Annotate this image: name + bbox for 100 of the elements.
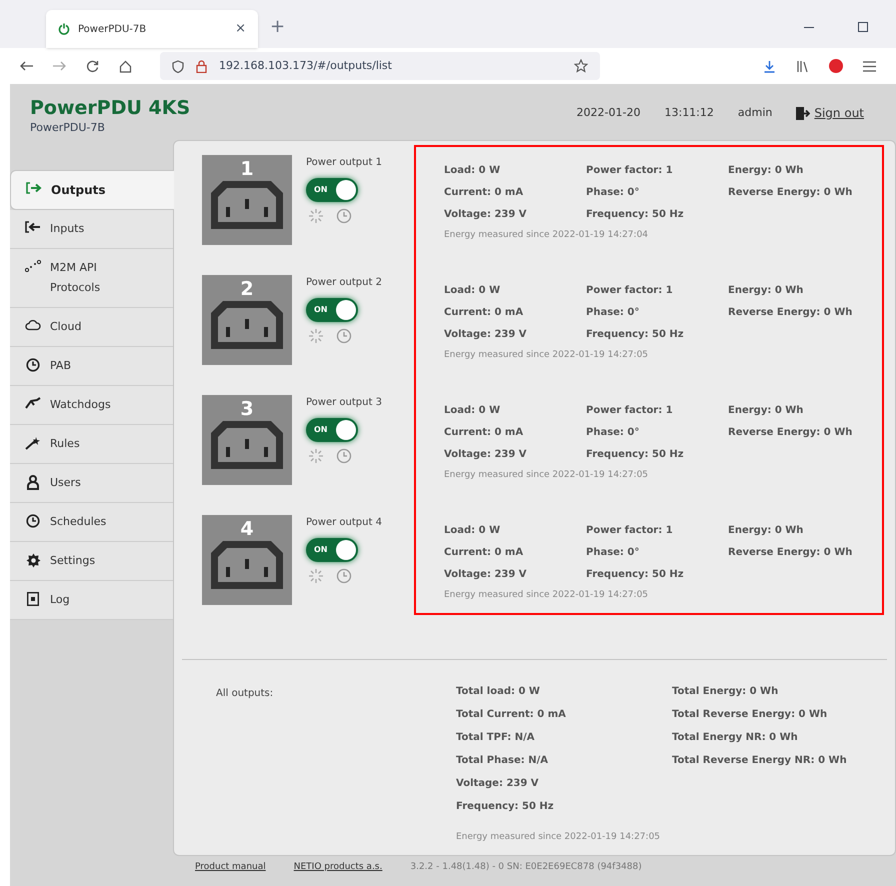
energy-since-text: Energy measured since 2022-01-19 14:27:05	[456, 831, 662, 844]
output-number: 2	[240, 279, 254, 299]
measurement-text: Voltage: 239 V	[444, 209, 528, 221]
time-text: 13:11:12	[664, 104, 714, 121]
device-name: PowerPDU-7B	[30, 120, 106, 136]
measurement-text: Current: 0 mA	[444, 427, 524, 439]
library-icon[interactable]	[796, 60, 809, 72]
socket-icon	[209, 179, 285, 231]
sidebar-item[interactable]: Users	[10, 464, 173, 503]
measurement-text: Energy: 0 Wh	[728, 525, 804, 537]
measurement-text: Total Reverse Energy: 0 Wh	[672, 709, 828, 721]
address-bar[interactable]: 192.168.103.173/#/outputs/list	[160, 52, 600, 80]
measurement-text: Load: 0 W	[444, 165, 502, 177]
bookmark-star-icon[interactable]	[574, 59, 588, 73]
clock-icon[interactable]	[336, 568, 352, 584]
clock-icon[interactable]	[336, 328, 352, 344]
sign-out-link[interactable]: Sign out	[814, 104, 864, 122]
tab-title: PowerPDU-7B	[78, 22, 148, 36]
sidebar-item[interactable]: Inputs	[10, 210, 173, 249]
measurement-text: Reverse Energy: 0 Wh	[728, 427, 854, 439]
measurement-text: Voltage: 239 V	[444, 329, 528, 341]
sidebar-item[interactable]: Outputs	[10, 170, 174, 210]
sidebar-item[interactable]: PAB	[10, 347, 173, 386]
footer-link[interactable]: Product manual	[195, 861, 266, 875]
close-icon[interactable]: ×	[235, 19, 246, 39]
measurement-text: Reverse Energy: 0 Wh	[728, 187, 854, 199]
output-number: 1	[240, 159, 254, 179]
maximize-icon[interactable]	[858, 22, 868, 32]
browser-tab[interactable]: PowerPDU-7B ×	[46, 10, 258, 48]
measurement-text: Frequency: 50 Hz	[586, 449, 685, 461]
log-file-icon	[27, 592, 39, 606]
measurement-text: Frequency: 50 Hz	[586, 329, 685, 341]
measurement-text: Energy: 0 Wh	[728, 285, 804, 297]
sign-out-icon	[796, 106, 810, 120]
measurement-text: Load: 0 W	[444, 525, 502, 537]
measurement-text: Total Reverse Energy NR: 0 Wh	[672, 755, 848, 767]
measurement-text: Current: 0 mA	[444, 307, 524, 319]
output-number: 3	[240, 399, 254, 419]
sidebar-item[interactable]: Watchdogs	[10, 386, 173, 425]
footer-link[interactable]: NETIO products a.s.	[294, 861, 382, 875]
forward-icon[interactable]	[53, 61, 66, 71]
power-switch[interactable]: ON	[306, 298, 358, 322]
sidebar-item[interactable]: Rules	[10, 425, 173, 464]
username-text: admin	[738, 104, 772, 121]
socket-icon	[209, 299, 285, 351]
sun-icon[interactable]	[308, 208, 324, 224]
sun-icon[interactable]	[308, 448, 324, 464]
output-name: Power output 1	[306, 156, 383, 170]
measurement-text: Total Energy: 0 Wh	[672, 686, 780, 698]
measurement-text: Total load: 0 W	[456, 686, 541, 698]
power-switch[interactable]: ON	[306, 418, 358, 442]
socket-icon	[209, 419, 285, 471]
lock-icon	[196, 60, 207, 72]
product-title: PowerPDU 4KS	[30, 96, 190, 120]
output-arrow-icon	[26, 182, 42, 194]
measurement-text: Reverse Energy: 0 Wh	[728, 547, 854, 559]
measurement-text: Load: 0 W	[444, 285, 502, 297]
measurement-text: Load: 0 W	[444, 405, 502, 417]
adblock-icon[interactable]	[829, 59, 843, 73]
measurement-text: Frequency: 50 Hz	[586, 209, 685, 221]
measurement-text: Voltage: 239 V	[444, 449, 528, 461]
sidebar-item[interactable]: M2M API Protocols	[10, 249, 173, 308]
clock-icon	[26, 514, 40, 528]
clock-icon[interactable]	[336, 208, 352, 224]
menu-icon[interactable]	[863, 60, 876, 72]
download-icon[interactable]	[763, 60, 776, 72]
gear-icon	[26, 553, 40, 568]
output-name: Power output 4	[306, 516, 383, 530]
reload-icon[interactable]	[86, 60, 99, 72]
clock-icon	[26, 358, 40, 372]
power-switch[interactable]: ON	[306, 178, 358, 202]
measurement-text: Current: 0 mA	[444, 187, 524, 199]
measurement-text: Phase: 0°	[586, 547, 640, 559]
power-switch[interactable]: ON	[306, 538, 358, 562]
home-icon[interactable]	[119, 60, 132, 72]
sidebar-item[interactable]: Log	[10, 581, 173, 620]
clock-icon[interactable]	[336, 448, 352, 464]
sidebar-item[interactable]: Settings	[10, 542, 173, 581]
new-tab-button[interactable]: +	[270, 13, 286, 40]
measurement-text: Power factor: 1	[586, 285, 674, 297]
url-text: 192.168.103.173/#/outputs/list	[219, 58, 393, 74]
back-icon[interactable]	[20, 61, 33, 71]
user-icon	[26, 475, 40, 490]
sidebar-item[interactable]: Schedules	[10, 503, 173, 542]
magic-wand-icon	[25, 436, 41, 450]
measurement-text: Total Energy NR: 0 Wh	[672, 732, 799, 744]
energy-since-text: Energy measured since 2022-01-19 14:27:05	[444, 589, 650, 602]
sun-icon[interactable]	[308, 568, 324, 584]
energy-since-text: Energy measured since 2022-01-19 14:27:04	[444, 229, 650, 242]
measurement-text: Voltage: 239 V	[444, 569, 528, 581]
measurement-text: Energy: 0 Wh	[728, 165, 804, 177]
measurement-text: Total TPF: N/A	[456, 732, 536, 744]
output-name: Power output 2	[306, 276, 383, 290]
measurement-text: Frequency: 50 Hz	[456, 801, 555, 813]
measurement-text: Phase: 0°	[586, 427, 640, 439]
summary-label: All outputs:	[216, 687, 274, 701]
sun-icon[interactable]	[308, 328, 324, 344]
shield-icon	[172, 60, 184, 72]
socket-icon	[209, 539, 285, 591]
sidebar-item[interactable]: Cloud	[10, 308, 173, 347]
